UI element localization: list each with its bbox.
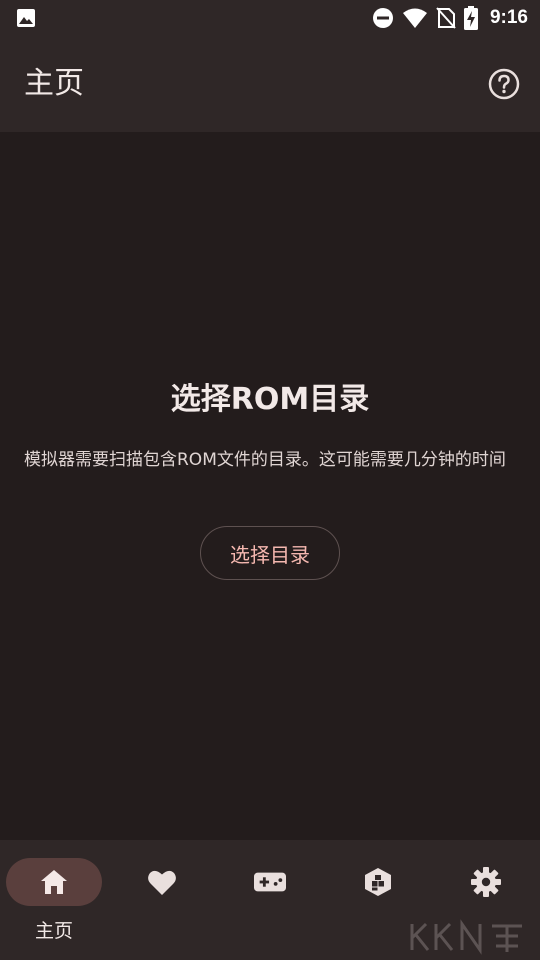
status-icons: 9:16 — [372, 5, 528, 31]
status-bar: 9:16 — [0, 0, 540, 36]
image-icon — [17, 9, 35, 27]
select-directory-button[interactable]: 选择目录 — [200, 526, 340, 580]
app-bar: 主页 — [0, 36, 540, 132]
nav-label-home: 主页 — [34, 920, 73, 942]
cube-icon — [362, 866, 394, 898]
do-not-disturb-icon — [372, 8, 393, 28]
wifi-icon — [402, 8, 427, 28]
help-button[interactable] — [484, 64, 524, 104]
battery-charging-icon — [463, 6, 478, 30]
status-time: 9:16 — [489, 7, 528, 28]
no-sim-icon — [436, 7, 456, 29]
main-content: 选择ROM目录 模拟器需要扫描包含ROM文件的目录。这可能需要几分钟的时间 选择… — [0, 132, 540, 840]
heart-icon — [146, 866, 178, 898]
gear-icon — [470, 866, 502, 898]
nav-item-games[interactable] — [216, 840, 324, 960]
gamepad-icon — [254, 866, 286, 898]
help-circle-icon — [488, 68, 520, 100]
nav-item-favorites[interactable] — [108, 840, 216, 960]
watermark-logo — [410, 919, 522, 955]
page-title: 主页 — [24, 66, 84, 101]
home-icon — [38, 866, 70, 898]
empty-state-description: 模拟器需要扫描包含ROM文件的目录。这可能需要几分钟的时间 — [24, 450, 506, 470]
nav-item-home[interactable]: 主页 — [0, 840, 108, 960]
empty-state-title: 选择ROM目录 — [170, 382, 370, 417]
